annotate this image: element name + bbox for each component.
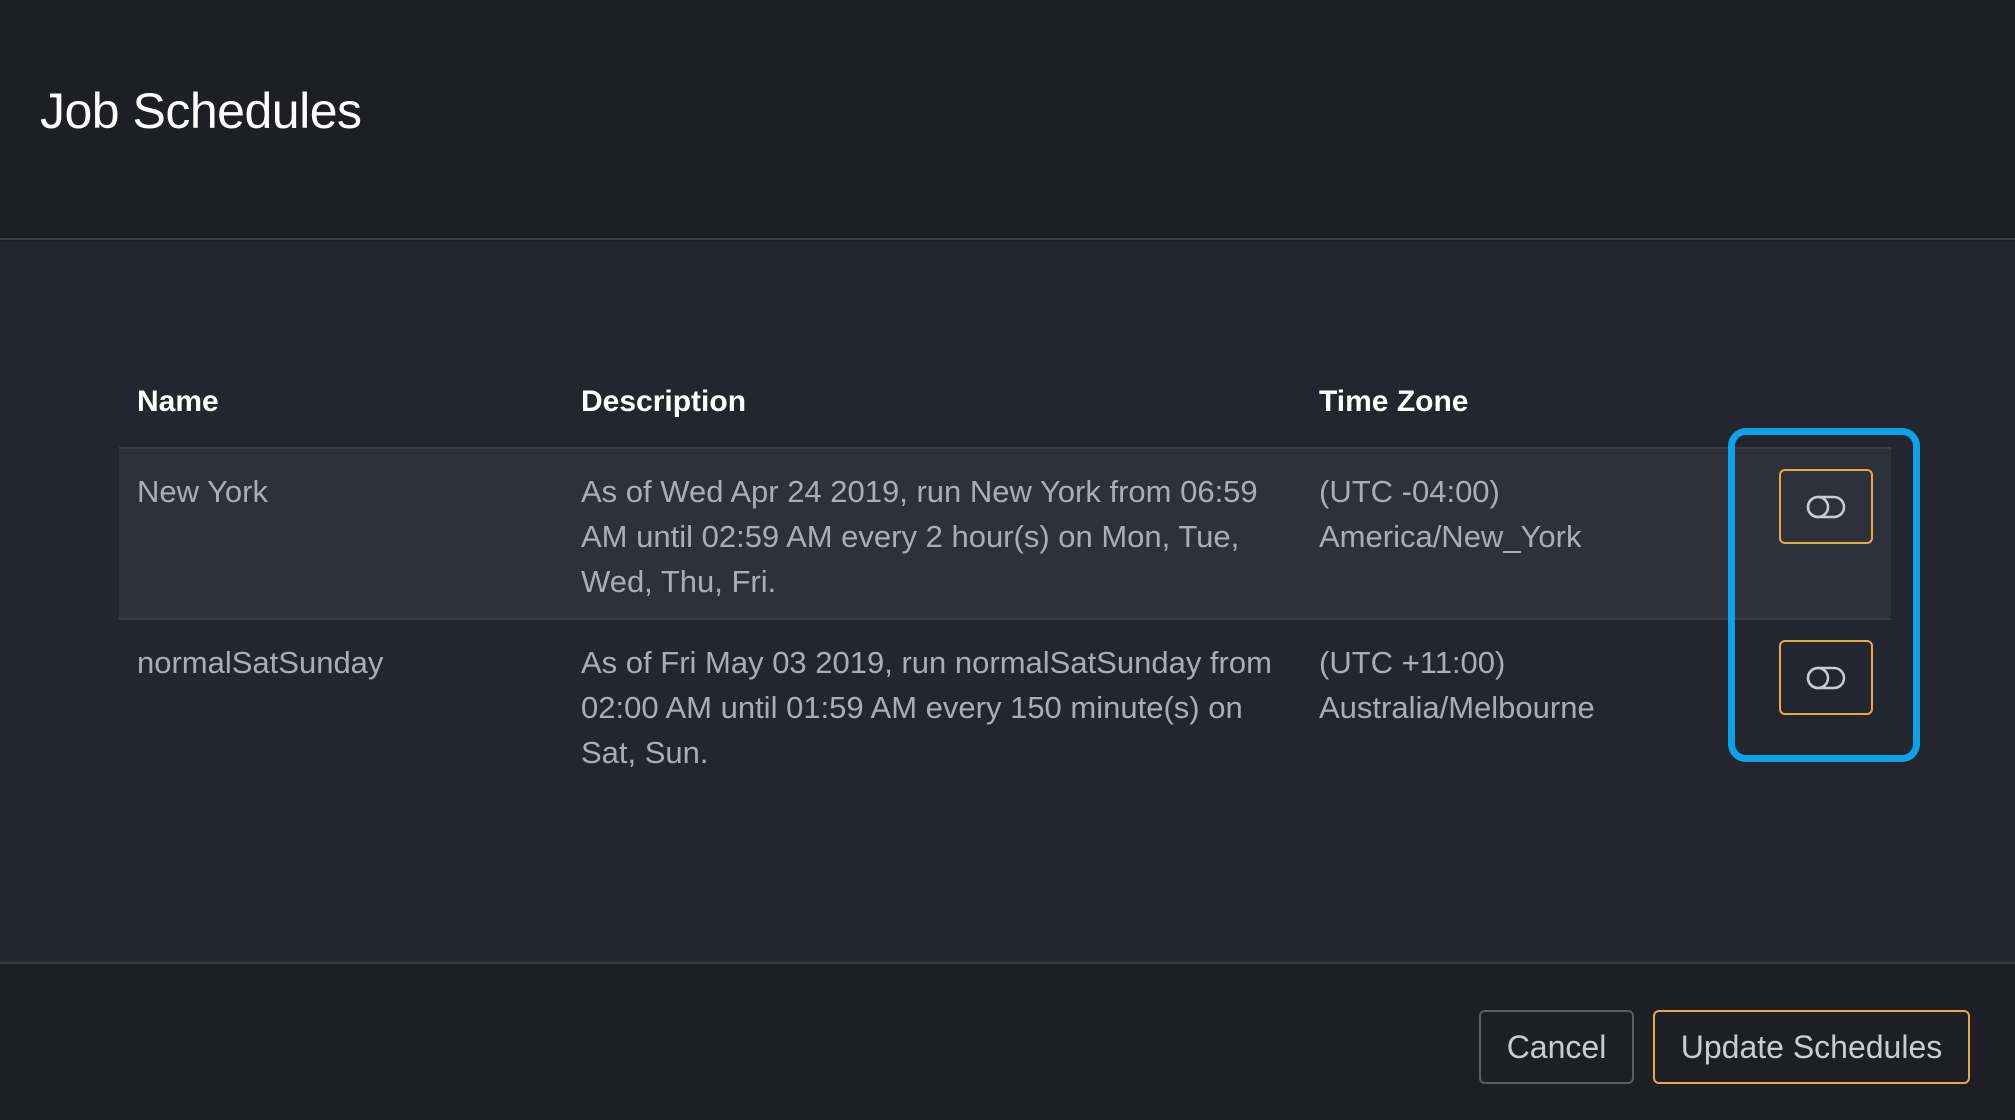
- column-header-description: Description: [581, 385, 747, 418]
- schedule-description: As of Wed Apr 24 2019, run New York from…: [581, 474, 1258, 599]
- schedule-toggle-button[interactable]: [1779, 469, 1873, 544]
- time-zone-offset: (UTC -04:00): [1319, 474, 1500, 509]
- job-schedules-dialog: Job Schedules Name Description Time Zone…: [0, 0, 2015, 1120]
- schedule-name: normalSatSunday: [137, 645, 384, 680]
- toggle-off-icon: [1806, 666, 1846, 689]
- schedule-time-zone: (UTC +11:00) Australia/Melbourne: [1319, 640, 1659, 730]
- schedule-time-zone: (UTC -04:00) America/New_York: [1319, 469, 1659, 559]
- schedule-toggle-button[interactable]: [1779, 640, 1873, 715]
- schedule-name: New York: [137, 474, 268, 509]
- cancel-button[interactable]: Cancel: [1479, 1010, 1634, 1084]
- dialog-body: Name Description Time Zone New York As o…: [0, 242, 2015, 962]
- time-zone-name: Australia/Melbourne: [1319, 690, 1595, 725]
- schedule-description: As of Fri May 03 2019, run normalSatSund…: [581, 645, 1272, 770]
- time-zone-name: America/New_York: [1319, 519, 1582, 554]
- dialog-header: Job Schedules: [0, 0, 2015, 240]
- time-zone-offset: (UTC +11:00): [1319, 645, 1506, 680]
- toggle-off-icon: [1806, 495, 1846, 518]
- column-header-time-zone: Time Zone: [1319, 385, 1469, 418]
- dialog-title: Job Schedules: [40, 83, 362, 139]
- column-header-name: Name: [137, 385, 219, 418]
- table-row: New York As of Wed Apr 24 2019, run New …: [119, 447, 1891, 620]
- table-row: normalSatSunday As of Fri May 03 2019, r…: [119, 620, 1891, 793]
- update-schedules-button[interactable]: Update Schedules: [1653, 1010, 1970, 1084]
